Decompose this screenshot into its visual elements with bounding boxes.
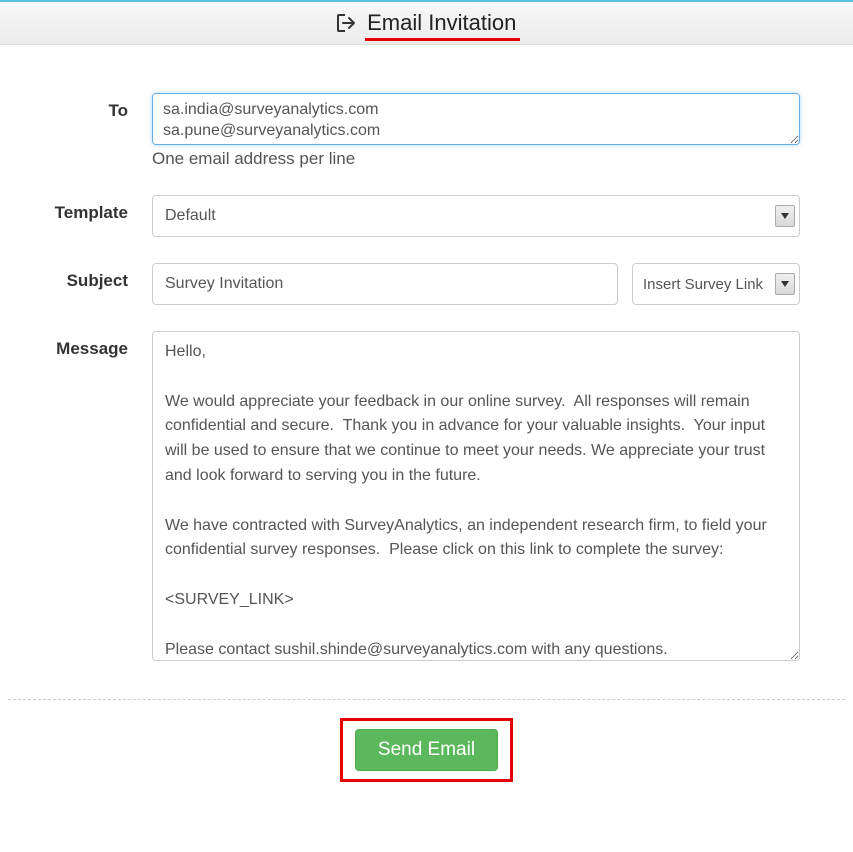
template-selected-value: Default xyxy=(153,207,775,225)
send-highlight-box: Send Email xyxy=(340,718,513,782)
email-form: To One email address per line Template D… xyxy=(0,45,853,699)
subject-input[interactable] xyxy=(152,263,618,305)
insert-link-label: Insert Survey Link xyxy=(633,276,775,293)
to-input[interactable] xyxy=(152,93,800,145)
send-email-button[interactable]: Send Email xyxy=(355,729,498,771)
chevron-down-icon xyxy=(775,205,795,227)
message-label: Message xyxy=(32,331,152,359)
signout-icon xyxy=(337,14,357,37)
insert-survey-link-select[interactable]: Insert Survey Link xyxy=(632,263,800,305)
title-underline xyxy=(365,38,521,41)
to-help-text: One email address per line xyxy=(152,149,821,169)
message-input[interactable] xyxy=(152,331,800,661)
chevron-down-icon xyxy=(775,273,795,295)
page-header: Email Invitation xyxy=(0,2,853,45)
template-select[interactable]: Default xyxy=(152,195,800,237)
template-label: Template xyxy=(32,195,152,223)
subject-label: Subject xyxy=(32,263,152,291)
page-title: Email Invitation xyxy=(367,10,516,35)
form-footer: Send Email xyxy=(0,700,853,804)
to-label: To xyxy=(32,93,152,121)
